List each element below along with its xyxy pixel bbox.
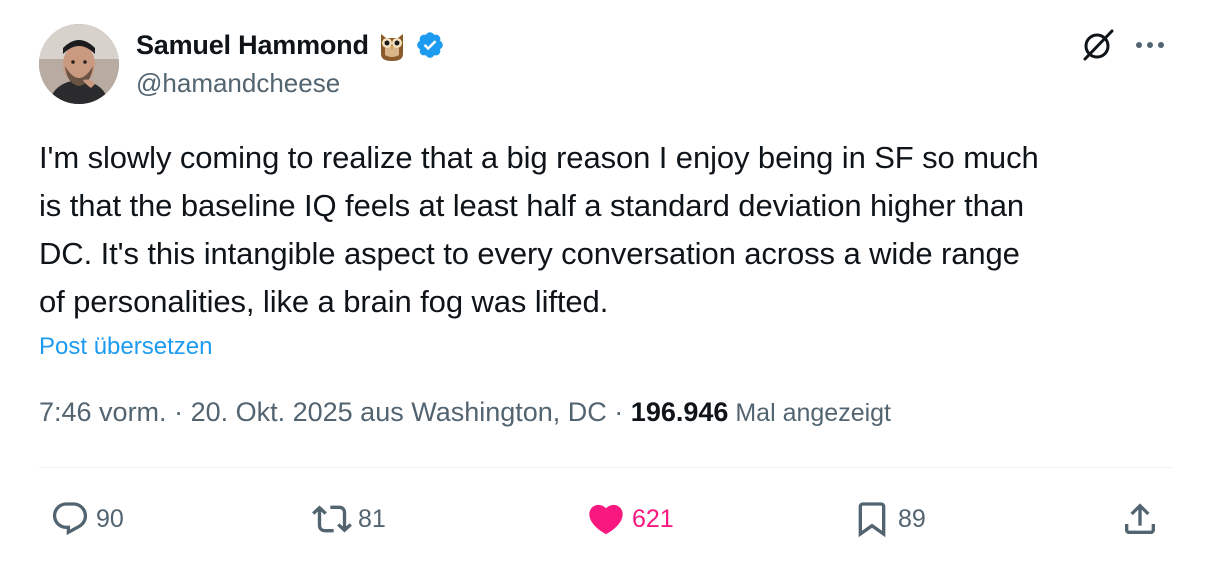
author-display-name[interactable]: Samuel Hammond [136, 30, 369, 61]
repost-count: 81 [358, 504, 386, 533]
divider [39, 467, 1172, 468]
repost-icon [312, 505, 352, 533]
like-button[interactable]: 621 [586, 500, 674, 538]
grok-icon[interactable] [1080, 27, 1116, 63]
bookmark-icon [858, 502, 886, 538]
heart-icon [589, 504, 623, 535]
translate-post-link[interactable]: Post übersetzen [39, 333, 212, 361]
reply-icon [52, 502, 88, 536]
author-handle[interactable]: @hamandcheese [136, 68, 340, 99]
reply-button[interactable]: 90 [50, 500, 124, 538]
post-location: aus Washington, DC [352, 397, 607, 427]
author-name-row: Samuel Hammond [136, 26, 445, 64]
avatar-photo [39, 24, 119, 104]
view-count: 196.946 [630, 397, 729, 427]
meta-separator: · [166, 397, 191, 427]
repost-button[interactable]: 81 [312, 500, 386, 538]
meta-separator: · [606, 397, 631, 427]
avatar[interactable] [39, 24, 119, 104]
tweet-text: I'm slowly coming to realize that a big … [39, 140, 1039, 319]
bookmark-count: 89 [898, 504, 926, 533]
owl-icon [380, 34, 403, 61]
share-icon [1125, 503, 1155, 534]
post-date[interactable]: 20. Okt. 2025 [191, 397, 353, 427]
like-count: 621 [632, 504, 674, 533]
verified-badge-icon[interactable] [415, 30, 445, 60]
more-options-icon[interactable] [1130, 31, 1170, 59]
tweet-metadata: 7:46 vorm. · 20. Okt. 2025 aus Washingto… [39, 397, 891, 428]
reply-count: 90 [96, 504, 124, 533]
bookmark-button[interactable]: 89 [852, 500, 926, 538]
view-count-label: Mal angezeigt [728, 399, 892, 427]
post-time[interactable]: 7:46 vorm. [39, 397, 167, 427]
share-button[interactable] [1120, 500, 1160, 538]
